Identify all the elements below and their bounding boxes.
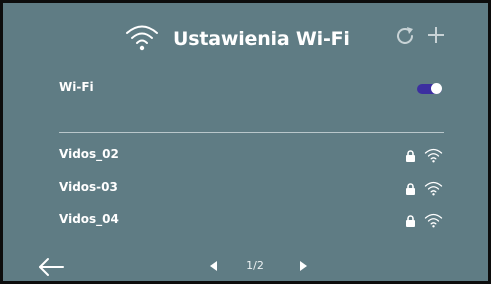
network-name: Vidos-03 [59, 180, 118, 194]
network-name: Vidos_04 [59, 212, 119, 226]
prev-page-icon[interactable] [209, 260, 218, 272]
back-arrow-icon[interactable] [36, 257, 66, 277]
next-page-icon[interactable] [299, 260, 308, 272]
wifi-setting-label: Wi-Fi [59, 80, 94, 94]
header: Ustawienia Wi-Fi [3, 3, 488, 73]
network-row[interactable]: Vidos_02 [59, 145, 447, 167]
page-indicator: 1/2 [246, 259, 264, 272]
divider [59, 132, 444, 133]
wifi-toggle[interactable] [417, 83, 442, 94]
add-icon[interactable] [426, 25, 446, 45]
page-title: Ustawienia Wi-Fi [173, 28, 350, 50]
network-name: Vidos_02 [59, 147, 119, 161]
wifi-settings-screen: Ustawienia Wi-Fi Wi-Fi Vidos_02 Vidos-03 [0, 0, 491, 284]
lock-icon [406, 215, 415, 227]
refresh-icon[interactable] [394, 25, 416, 47]
wifi-signal-icon [424, 213, 443, 228]
toggle-knob [431, 83, 442, 94]
network-row[interactable]: Vidos_04 [59, 210, 447, 232]
wifi-icon [126, 25, 158, 51]
footer-nav: 1/2 [3, 253, 488, 281]
lock-icon [406, 150, 415, 162]
wifi-signal-icon [424, 181, 443, 196]
lock-icon [406, 183, 415, 195]
wifi-signal-icon [424, 148, 443, 163]
network-row[interactable]: Vidos-03 [59, 178, 447, 200]
